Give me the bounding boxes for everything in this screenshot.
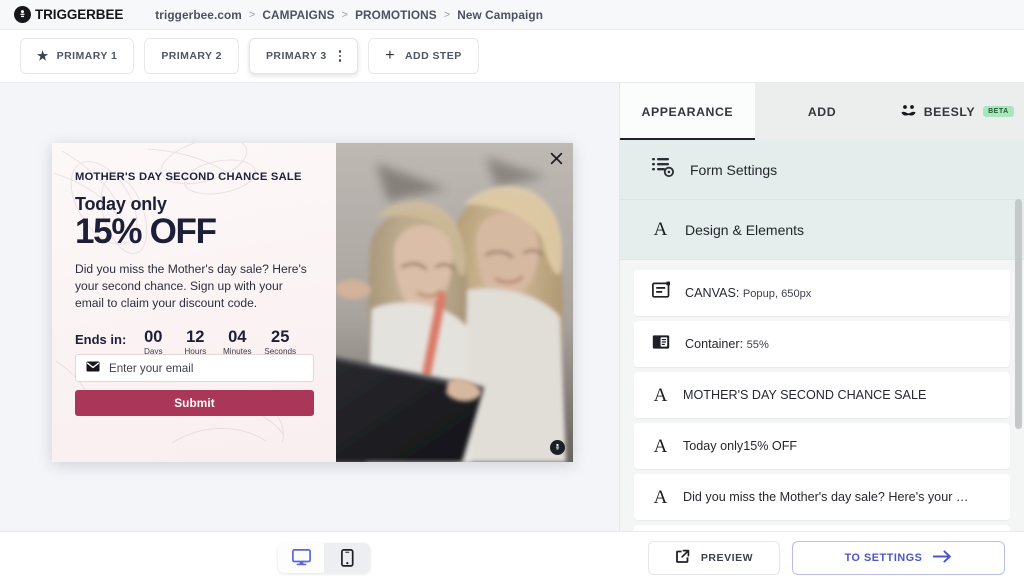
add-step-label: ADD STEP [405,50,462,62]
element-text-headline[interactable]: A Today only15% OFF [634,423,1010,469]
element-container-text: Container: 55% [685,337,769,351]
elements-list: CANVAS: Popup, 650px Container: 55% A MO… [620,260,1024,531]
countdown-timer: Ends in: 00 Days 12 Hours 04 Minutes 25 … [75,328,314,356]
step-primary-1[interactable]: ★ PRIMARY 1 [20,38,135,74]
envelope-icon [86,359,100,377]
countdown-unit-minutes: 04 Minutes [222,328,252,356]
popup-preview[interactable]: MOTHER'S DAY SECOND CHANCE SALE Today on… [52,143,573,462]
element-label: Today only15% OFF [683,439,798,453]
brand-name: TRIGGERBEE [35,7,124,22]
tab-label: ADD [807,104,837,119]
breadcrumb-separator: > [248,8,256,21]
breadcrumb: triggerbee.com > CAMPAIGNS > PROMOTIONS … [155,8,543,22]
beta-badge: BETA [983,106,1014,117]
countdown-value: 25 [271,328,290,347]
email-placeholder-text: Enter your email [109,361,194,375]
star-icon: ★ [37,48,49,63]
breadcrumb-item-1[interactable]: CAMPAIGNS [262,8,334,22]
device-desktop-button[interactable] [278,542,324,573]
arrow-right-icon [933,549,952,566]
beesly-face-icon [900,104,917,120]
add-step-button[interactable]: + ADD STEP [368,38,479,74]
settings-label: TO SETTINGS [844,551,923,564]
panel-content: Form Settings A Design & Elements CANVAS… [620,140,1024,531]
element-text-kicker[interactable]: A MOTHER'S DAY SECOND CHANCE SALE [634,372,1010,418]
appearance-panel: APPEARANCE ADD BEESLY BETA Form Settings… [620,83,1024,531]
element-canvas[interactable]: CANVAS: Popup, 650px [634,270,1010,316]
canvas-preview-area: MOTHER'S DAY SECOND CHANCE SALE Today on… [0,83,620,531]
step-label: PRIMARY 3 [265,50,327,62]
panel-scrollbar[interactable] [1015,199,1022,429]
breadcrumb-item-3[interactable]: New Campaign [457,8,543,22]
serif-a-icon: A [653,384,668,406]
countdown-unit-seconds: 25 Seconds [264,328,296,356]
step-primary-3[interactable]: PRIMARY 3 [248,38,359,74]
editor-body: MOTHER'S DAY SECOND CHANCE SALE Today on… [0,83,1024,531]
device-mobile-button[interactable] [324,542,370,573]
phone-icon [340,548,354,567]
element-label: Did you miss the Mother's day sale? Here… [683,490,969,504]
bottom-toolbar: PREVIEW TO SETTINGS [0,531,1024,583]
step-label: PRIMARY 2 [161,50,222,62]
plus-icon: + [385,47,396,64]
breadcrumb-separator: > [341,8,349,21]
element-label: MOTHER'S DAY SECOND CHANCE SALE [683,388,927,402]
external-link-icon [675,548,691,567]
breadcrumb-item-2[interactable]: PROMOTIONS [355,8,437,22]
element-text-body[interactable]: A Did you miss the Mother's day sale? He… [634,474,1010,520]
popup-hero-photo [336,143,573,462]
tab-beesly[interactable]: BEESLY BETA [889,83,1024,140]
device-toggle [278,542,370,573]
steps-bar: ★ PRIMARY 1 PRIMARY 2 PRIMARY 3 + ADD ST… [0,30,1024,83]
countdown-value: 04 [228,328,247,347]
preview-button[interactable]: PREVIEW [648,540,780,575]
canvas-icon [652,281,671,305]
popup-content-column: MOTHER'S DAY SECOND CHANCE SALE Today on… [52,143,336,462]
element-container[interactable]: Container: 55% [634,321,1010,367]
popup-headline-large: 15% OFF [75,212,217,251]
countdown-label: Ends in: [75,332,127,348]
preview-label: PREVIEW [700,551,754,564]
list-settings-icon [652,157,674,182]
section-label: Design & Elements [685,221,805,238]
kebab-menu-icon[interactable] [338,50,342,62]
popup-body-text: Did you miss the Mother's day sale? Here… [75,261,307,311]
tab-appearance[interactable]: APPEARANCE [620,83,755,140]
top-bar: TRIGGERBEE triggerbee.com > CAMPAIGNS > … [0,0,1024,30]
breadcrumb-item-0[interactable]: triggerbee.com [155,8,242,22]
element-canvas-text: CANVAS: Popup, 650px [685,286,812,300]
countdown-value: 00 [144,328,163,347]
monitor-icon [291,549,311,566]
countdown-unit-days: 00 Days [138,328,168,356]
campaign-editor: TRIGGERBEE triggerbee.com > CAMPAIGNS > … [0,0,1024,583]
step-label: PRIMARY 1 [56,50,118,62]
close-icon[interactable] [548,150,564,166]
section-design-elements[interactable]: A Design & Elements [620,200,1024,260]
countdown-value: 12 [186,328,205,347]
brand-logo[interactable]: TRIGGERBEE [14,6,123,23]
popup-image-column [336,143,573,462]
submit-button[interactable]: Submit [75,390,314,416]
panel-tabs: APPEARANCE ADD BEESLY BETA [620,83,1024,140]
triggerbee-badge-icon[interactable] [550,440,565,455]
tab-add[interactable]: ADD [754,83,890,140]
section-label: Form Settings [690,161,778,178]
tab-label: APPEARANCE [641,104,734,119]
popup-kicker-text: MOTHER'S DAY SECOND CHANCE SALE [75,171,302,183]
tab-label: BEESLY [923,104,976,119]
step-primary-2[interactable]: PRIMARY 2 [144,38,239,74]
popup-signup-form: Enter your email Submit [75,354,314,416]
container-icon [652,334,671,355]
countdown-unit-hours: 12 Hours [180,328,210,356]
to-settings-button[interactable]: TO SETTINGS [792,540,1005,575]
email-field[interactable]: Enter your email [75,354,314,382]
section-form-settings[interactable]: Form Settings [620,140,1024,200]
bee-circle-icon [14,6,31,23]
serif-a-icon: A [653,486,668,508]
serif-a-icon: A [653,219,668,240]
serif-a-icon: A [653,435,668,457]
breadcrumb-separator: > [443,8,451,21]
